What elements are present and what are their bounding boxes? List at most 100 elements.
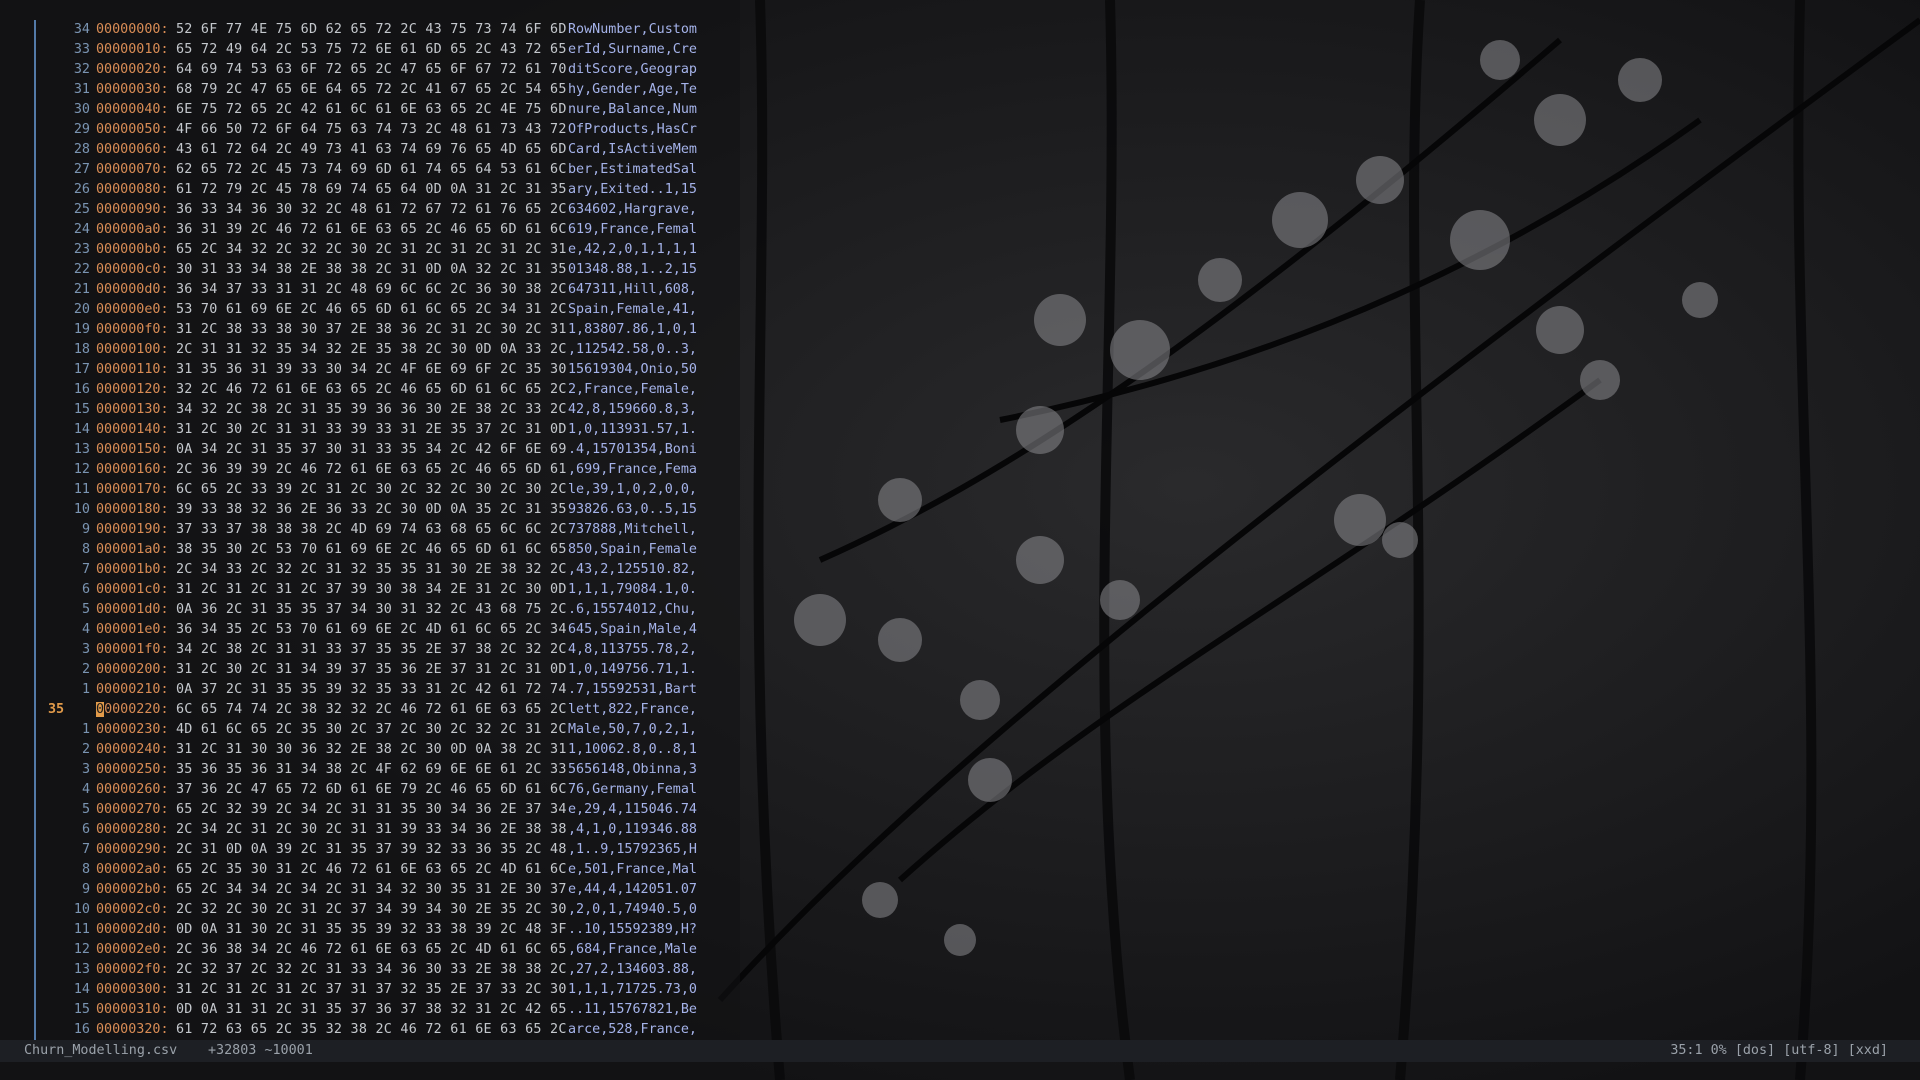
hex-bytes[interactable]: 65 2C 34 34 2C 34 2C 31 34 32 30 35 31 2… — [176, 880, 567, 900]
hex-bytes[interactable]: 39 33 38 32 36 2E 36 33 2C 30 0D 0A 35 2… — [176, 500, 567, 520]
ascii-column[interactable]: ber,EstimatedSal — [568, 160, 697, 180]
ascii-column[interactable]: hy,Gender,Age,Te — [568, 80, 697, 100]
hex-bytes[interactable]: 2C 32 2C 30 2C 31 2C 37 34 39 34 30 2E 3… — [176, 900, 567, 920]
hex-bytes[interactable]: 62 65 72 2C 45 73 74 69 6D 61 74 65 64 5… — [176, 160, 567, 180]
ascii-column[interactable]: 634602,Hargrave, — [568, 200, 697, 220]
hex-bytes[interactable]: 61 72 79 2C 45 78 69 74 65 64 0D 0A 31 2… — [176, 180, 567, 200]
ascii-column[interactable]: Spain,Female,41, — [568, 300, 697, 320]
ascii-column[interactable]: Card,IsActiveMem — [568, 140, 697, 160]
ascii-column[interactable]: erId,Surname,Cre — [568, 40, 697, 60]
ascii-column[interactable]: ,27,2,134603.88, — [568, 960, 697, 980]
ascii-column[interactable]: ditScore,Geograp — [568, 60, 697, 80]
hex-bytes[interactable]: 2C 34 33 2C 32 2C 31 32 35 35 31 30 2E 3… — [176, 560, 567, 580]
ascii-column[interactable]: ..10,15592389,H? — [568, 920, 697, 940]
ascii-column[interactable]: RowNumber,Custom — [568, 20, 697, 40]
ascii-column[interactable]: 647311,Hill,608, — [568, 280, 697, 300]
hex-bytes[interactable]: 34 2C 38 2C 31 31 33 37 35 35 2E 37 38 2… — [176, 640, 567, 660]
hex-bytes[interactable]: 36 33 34 36 30 32 2C 48 61 72 67 72 61 7… — [176, 200, 567, 220]
hex-bytes[interactable]: 38 35 30 2C 53 70 61 69 6E 2C 46 65 6D 6… — [176, 540, 567, 560]
hex-bytes[interactable]: 31 35 36 31 39 33 30 34 2C 4F 6E 69 6F 2… — [176, 360, 567, 380]
hex-editor-buffer[interactable]: 34 00000000: 52 6F 77 4E 75 6D 62 65 72 2C… — [24, 20, 704, 1040]
ascii-column[interactable]: 1,1,1,79084.1,0. — [568, 580, 697, 600]
ascii-column[interactable]: 1,10062.8,0..8,1 — [568, 740, 697, 760]
ascii-column[interactable]: OfProducts,HasCr — [568, 120, 697, 140]
ascii-column[interactable]: e,44,4,142051.07 — [568, 880, 697, 900]
hex-bytes[interactable]: 0D 0A 31 30 2C 31 35 35 39 32 33 38 39 2… — [176, 920, 567, 940]
ascii-column[interactable]: ,112542.58,0..3, — [568, 340, 697, 360]
ascii-column[interactable]: .7,15592531,Bart — [568, 680, 697, 700]
hex-bytes[interactable]: 43 61 72 64 2C 49 73 41 63 74 69 76 65 4… — [176, 140, 567, 160]
hex-bytes[interactable]: 31 2C 30 2C 31 34 39 37 35 36 2E 37 31 2… — [176, 660, 567, 680]
ascii-column[interactable]: lett,822,France, — [568, 700, 697, 720]
ascii-column[interactable]: 01348.88,1..2,15 — [568, 260, 697, 280]
hex-bytes[interactable]: 0A 36 2C 31 35 35 37 34 30 31 32 2C 43 6… — [176, 600, 567, 620]
ascii-column[interactable]: e,501,France,Mal — [568, 860, 697, 880]
hex-bytes[interactable]: 31 2C 31 2C 31 2C 37 39 30 38 34 2E 31 2… — [176, 580, 567, 600]
hex-bytes[interactable]: 6E 75 72 65 2C 42 61 6C 61 6E 63 65 2C 4… — [176, 100, 567, 120]
ascii-column[interactable]: e,42,2,0,1,1,1,1 — [568, 240, 697, 260]
ascii-column[interactable]: 4,8,113755.78,2, — [568, 640, 697, 660]
hex-bytes[interactable]: 30 31 33 34 38 2E 38 38 2C 31 0D 0A 32 2… — [176, 260, 567, 280]
ascii-column[interactable]: e,29,4,115046.74 — [568, 800, 697, 820]
ascii-column[interactable]: ,43,2,125510.82, — [568, 560, 697, 580]
ascii-column[interactable]: ..11,15767821,Be — [568, 1000, 697, 1020]
hex-bytes[interactable]: 2C 36 38 34 2C 46 72 61 6E 63 65 2C 4D 6… — [176, 940, 567, 960]
ascii-column[interactable]: 619,France,Femal — [568, 220, 697, 240]
hex-bytes[interactable]: 31 2C 30 2C 31 31 33 39 33 31 2E 35 37 2… — [176, 420, 567, 440]
hex-bytes[interactable]: 0D 0A 31 31 2C 31 35 37 36 37 38 32 31 2… — [176, 1000, 567, 1020]
hex-bytes[interactable]: 36 34 35 2C 53 70 61 69 6E 2C 4D 61 6C 6… — [176, 620, 567, 640]
ascii-column[interactable]: ,699,France,Fema — [568, 460, 697, 480]
hex-bytes[interactable]: 2C 31 0D 0A 39 2C 31 35 37 39 32 33 36 3… — [176, 840, 567, 860]
hex-bytes[interactable]: 61 72 63 65 2C 35 32 38 2C 46 72 61 6E 6… — [176, 1020, 567, 1040]
hex-bytes[interactable]: 52 6F 77 4E 75 6D 62 65 72 2C 43 75 73 7… — [176, 20, 567, 40]
hex-bytes[interactable]: 32 2C 46 72 61 6E 63 65 2C 46 65 6D 61 6… — [176, 380, 567, 400]
ascii-column[interactable]: 76,Germany,Femal — [568, 780, 697, 800]
ascii-column[interactable]: le,39,1,0,2,0,0, — [568, 480, 697, 500]
ascii-column[interactable]: ary,Exited..1,15 — [568, 180, 697, 200]
hex-bytes[interactable]: 31 2C 31 30 30 36 32 2E 38 2C 30 0D 0A 3… — [176, 740, 567, 760]
hex-bytes[interactable]: 37 33 37 38 38 38 2C 4D 69 74 63 68 65 6… — [176, 520, 567, 540]
hex-bytes[interactable]: 35 36 35 36 31 34 38 2C 4F 62 69 6E 6E 6… — [176, 760, 567, 780]
hex-bytes[interactable]: 65 72 49 64 2C 53 75 72 6E 61 6D 65 2C 4… — [176, 40, 567, 60]
ascii-column[interactable]: 1,83807.86,1,0,1 — [568, 320, 697, 340]
ascii-column[interactable]: ,684,France,Male — [568, 940, 697, 960]
ascii-column[interactable]: .4,15701354,Boni — [568, 440, 697, 460]
hex-bytes[interactable]: 2C 34 2C 31 2C 30 2C 31 31 39 33 34 36 2… — [176, 820, 567, 840]
hex-bytes[interactable]: 4F 66 50 72 6F 64 75 63 74 73 2C 48 61 7… — [176, 120, 567, 140]
hex-bytes[interactable]: 64 69 74 53 63 6F 72 65 2C 47 65 6F 67 7… — [176, 60, 567, 80]
hex-bytes[interactable]: 37 36 2C 47 65 72 6D 61 6E 79 2C 46 65 6… — [176, 780, 567, 800]
hex-bytes[interactable]: 65 2C 32 39 2C 34 2C 31 31 35 30 34 36 2… — [176, 800, 567, 820]
hex-bytes[interactable]: 68 79 2C 47 65 6E 64 65 72 2C 41 67 65 2… — [176, 80, 567, 100]
hex-bytes[interactable]: 34 32 2C 38 2C 31 35 39 36 36 30 2E 38 2… — [176, 400, 567, 420]
ascii-column[interactable]: 5656148,Obinna,3 — [568, 760, 697, 780]
hex-bytes[interactable]: 65 2C 34 32 2C 32 2C 30 2C 31 2C 31 2C 3… — [176, 240, 567, 260]
hex-bytes[interactable]: 31 2C 38 33 38 30 37 2E 38 36 2C 31 2C 3… — [176, 320, 567, 340]
ascii-column[interactable]: nure,Balance,Num — [568, 100, 697, 120]
ascii-column[interactable]: arce,528,France, — [568, 1020, 697, 1040]
hex-bytes[interactable]: 2C 36 39 39 2C 46 72 61 6E 63 65 2C 46 6… — [176, 460, 567, 480]
hex-bytes[interactable]: 2C 31 31 32 35 34 32 2E 35 38 2C 30 0D 0… — [176, 340, 567, 360]
hex-bytes[interactable]: 0A 34 2C 31 35 37 30 31 33 35 34 2C 42 6… — [176, 440, 567, 460]
ascii-column[interactable]: ,2,0,1,74940.5,0 — [568, 900, 697, 920]
ascii-column[interactable]: 2,France,Female, — [568, 380, 697, 400]
hex-bytes[interactable]: 65 2C 35 30 31 2C 46 72 61 6E 63 65 2C 4… — [176, 860, 567, 880]
hex-bytes[interactable]: 0A 37 2C 31 35 35 39 32 35 33 31 2C 42 6… — [176, 680, 567, 700]
ascii-column[interactable]: 1,0,113931.57,1. — [568, 420, 697, 440]
ascii-column[interactable]: ,4,1,0,119346.88 — [568, 820, 697, 840]
hex-bytes[interactable]: 36 34 37 33 31 31 2C 48 69 6C 6C 2C 36 3… — [176, 280, 567, 300]
hex-bytes[interactable]: 36 31 39 2C 46 72 61 6E 63 65 2C 46 65 6… — [176, 220, 567, 240]
hex-bytes[interactable]: 6C 65 74 74 2C 38 32 32 2C 46 72 61 6E 6… — [176, 700, 567, 720]
ascii-column[interactable]: 645,Spain,Male,4 — [568, 620, 697, 640]
hex-bytes[interactable]: 2C 32 37 2C 32 2C 31 33 34 36 30 33 2E 3… — [176, 960, 567, 980]
hex-bytes[interactable]: 4D 61 6C 65 2C 35 30 2C 37 2C 30 2C 32 2… — [176, 720, 567, 740]
ascii-column[interactable]: 737888,Mitchell, — [568, 520, 697, 540]
ascii-column[interactable]: 1,0,149756.71,1. — [568, 660, 697, 680]
ascii-column[interactable]: Male,50,7,0,2,1, — [568, 720, 697, 740]
ascii-column[interactable]: 15619304,Onio,50 — [568, 360, 697, 380]
ascii-column[interactable]: 42,8,159660.8,3, — [568, 400, 697, 420]
ascii-column[interactable]: 93826.63,0..5,15 — [568, 500, 697, 520]
ascii-column[interactable]: .6,15574012,Chu, — [568, 600, 697, 620]
ascii-column[interactable]: ,1..9,15792365,H — [568, 840, 697, 860]
hex-bytes[interactable]: 53 70 61 69 6E 2C 46 65 6D 61 6C 65 2C 3… — [176, 300, 567, 320]
hex-bytes[interactable]: 31 2C 31 2C 31 2C 37 31 37 32 35 2E 37 3… — [176, 980, 567, 1000]
